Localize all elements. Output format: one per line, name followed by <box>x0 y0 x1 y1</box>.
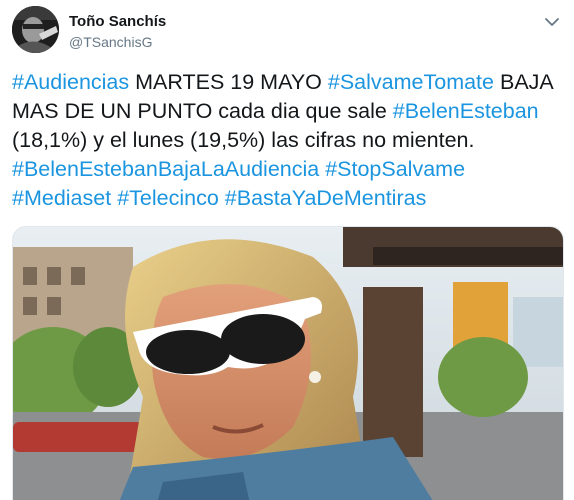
tweet-text-line: (18,1%) y el lunes (19,5%) las cifras no… <box>12 126 564 155</box>
tweet: Toño Sanchís @TSanchisG #Audiencias MART… <box>0 0 574 500</box>
chevron-down-icon[interactable] <box>542 12 562 32</box>
tweet-text-line: MAS DE UN PUNTO cada dia que sale #Belen… <box>12 97 564 126</box>
tweet-photo[interactable] <box>12 226 564 500</box>
avatar-photo-icon <box>12 6 59 53</box>
photo-woman-sunglasses-icon <box>13 227 563 500</box>
author-name[interactable]: Toño Sanchís <box>69 13 166 30</box>
tweet-text-line: #Audiencias MARTES 19 MAYO #SalvameTomat… <box>12 68 564 97</box>
tweet-text: #Audiencias MARTES 19 MAYO #SalvameTomat… <box>12 68 564 213</box>
hashtag-link[interactable]: #Audiencias <box>12 70 129 94</box>
author-handle[interactable]: @TSanchisG <box>69 34 152 50</box>
tweet-text-line: #Mediaset #Telecinco #BastaYaDeMentiras <box>12 184 564 213</box>
tweet-text-segment: MAS DE UN PUNTO cada dia que sale <box>12 99 393 123</box>
tweet-text-segment: (18,1%) y el lunes (19,5%) las cifras no… <box>12 128 475 152</box>
hashtag-link[interactable]: #BelenEsteban <box>393 99 539 123</box>
tweet-text-segment: BAJA <box>494 70 554 94</box>
tweet-text-line: #BelenEstebanBajaLaAudiencia #StopSalvam… <box>12 155 564 184</box>
avatar[interactable] <box>12 6 59 53</box>
hashtag-link[interactable]: #Telecinco <box>117 186 219 210</box>
tweet-text-segment: MARTES 19 MAYO <box>129 70 328 94</box>
tweet-header: Toño Sanchís @TSanchisG <box>12 6 562 56</box>
hashtag-link[interactable]: #SalvameTomate <box>328 70 494 94</box>
hashtag-link[interactable]: #StopSalvame <box>325 157 465 181</box>
hashtag-link[interactable]: #Mediaset <box>12 186 111 210</box>
hashtag-link[interactable]: #BastaYaDeMentiras <box>225 186 427 210</box>
hashtag-link[interactable]: #BelenEstebanBajaLaAudiencia <box>12 157 319 181</box>
